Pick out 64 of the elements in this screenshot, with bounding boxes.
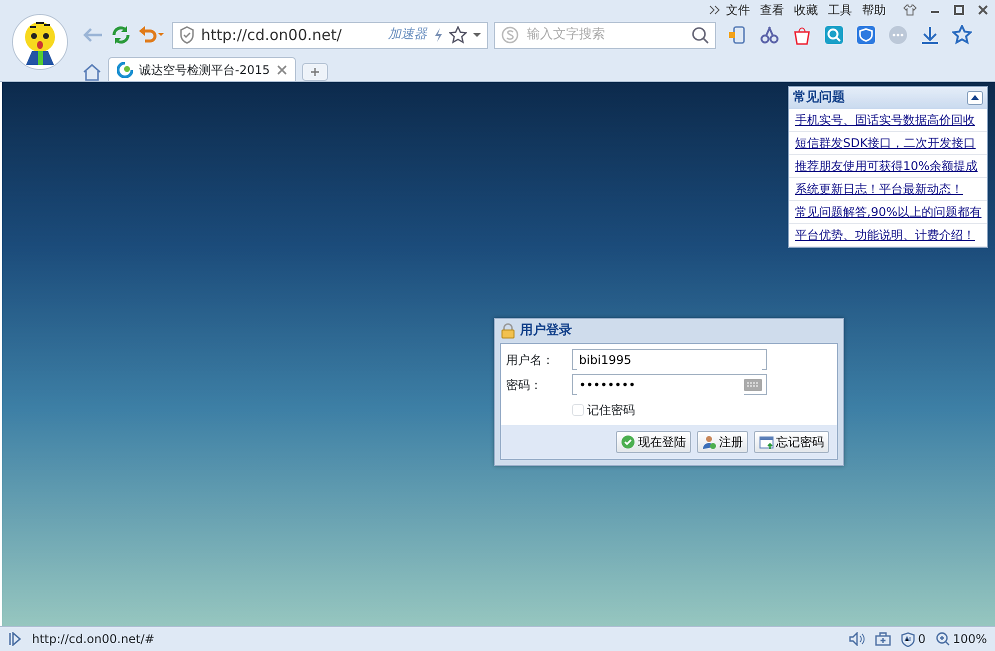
refresh-icon[interactable] <box>110 24 132 46</box>
magnifier-icon[interactable] <box>824 25 844 45</box>
collapse-icon[interactable] <box>967 91 983 105</box>
close-icon[interactable] <box>977 4 989 16</box>
lock-icon <box>500 323 516 339</box>
menu-item[interactable]: 文件 <box>721 1 755 19</box>
faq-link[interactable]: 手机实号、固话实号数据高价回收 <box>789 109 987 132</box>
zoom-in-icon <box>936 632 950 646</box>
star-icon[interactable] <box>449 26 467 44</box>
menu-item[interactable]: 收藏 <box>789 1 823 19</box>
dialog-title: 用户登录 <box>520 322 572 340</box>
field-label: 密码： <box>506 376 543 394</box>
menu-item[interactable]: 帮助 <box>857 1 891 19</box>
faq-link[interactable]: 系统更新日志！平台最新动态！ <box>789 178 987 201</box>
sidebar-toggle-icon[interactable] <box>8 632 22 646</box>
chevrons-icon[interactable] <box>709 5 721 15</box>
status-url: http://cd.on00.net/# <box>32 631 156 648</box>
browser-tab[interactable]: 诚达空号检测平台-2015 <box>108 57 296 81</box>
shirt-icon[interactable] <box>903 4 917 16</box>
password-field[interactable]: •••••••• <box>572 374 767 395</box>
speaker-icon[interactable] <box>849 632 866 646</box>
faq-link[interactable]: 短信群发SDK接口，二次开发接口 <box>789 132 987 155</box>
remember-checkbox[interactable] <box>572 404 584 416</box>
undo-icon[interactable] <box>138 25 166 45</box>
search-field[interactable]: 输入文字搜索 <box>494 22 716 48</box>
register-button[interactable]: 注册 <box>697 431 748 453</box>
checkbox-label[interactable]: 记住密码 <box>587 400 635 418</box>
menu-item[interactable]: 查看 <box>755 1 789 19</box>
url-text: http://cd.on00.net/ <box>201 24 343 46</box>
ad-shield-icon <box>901 632 916 646</box>
shield-icon[interactable] <box>856 25 876 45</box>
faq-link[interactable]: 推荐朋友使用可获得10%余额提成 <box>789 155 987 178</box>
phone-icon[interactable] <box>728 25 748 45</box>
menu-item[interactable]: 工具 <box>823 1 857 19</box>
user-add-icon <box>702 434 717 450</box>
star-icon[interactable] <box>952 25 972 45</box>
tab-title: 诚达空号检测平台-2015 <box>139 62 271 78</box>
shield-icon <box>179 26 195 44</box>
faq-link[interactable]: 常见问题解答,90%以上的问题都有 <box>789 201 987 224</box>
download-icon[interactable] <box>920 25 940 45</box>
scissors-icon[interactable] <box>760 25 780 45</box>
search-icon[interactable] <box>691 26 709 44</box>
site-logo-icon <box>117 62 133 78</box>
home-icon[interactable] <box>82 63 102 81</box>
faq-link[interactable]: 平台优势、功能说明、计费介绍！ <box>789 224 987 247</box>
maximize-icon[interactable] <box>953 4 965 16</box>
panel-title: 常见问题 <box>793 89 845 108</box>
address-bar[interactable]: http://cd.on00.net/ 加速器 <box>172 22 488 48</box>
zoom-level[interactable]: 100% <box>936 630 987 648</box>
lightning-icon[interactable] <box>433 27 443 43</box>
window-upload-icon <box>759 434 774 450</box>
check-circle-icon <box>621 434 636 450</box>
shopping-bag-icon[interactable] <box>792 25 812 45</box>
new-tab-icon[interactable] <box>302 63 328 81</box>
field-label: 用户名： <box>506 352 555 368</box>
ad-block-counter[interactable]: 0 <box>901 630 926 648</box>
search-engine-icon <box>501 26 519 44</box>
forgot-button[interactable]: 忘记密码 <box>754 431 829 453</box>
toolbox-icon[interactable] <box>875 632 892 646</box>
caret-icon[interactable] <box>473 32 481 38</box>
keyboard-icon[interactable] <box>744 378 762 390</box>
username-field[interactable]: bibi1995 <box>572 349 767 370</box>
close-icon[interactable] <box>277 64 287 74</box>
login-button[interactable]: 现在登陆 <box>616 431 691 453</box>
